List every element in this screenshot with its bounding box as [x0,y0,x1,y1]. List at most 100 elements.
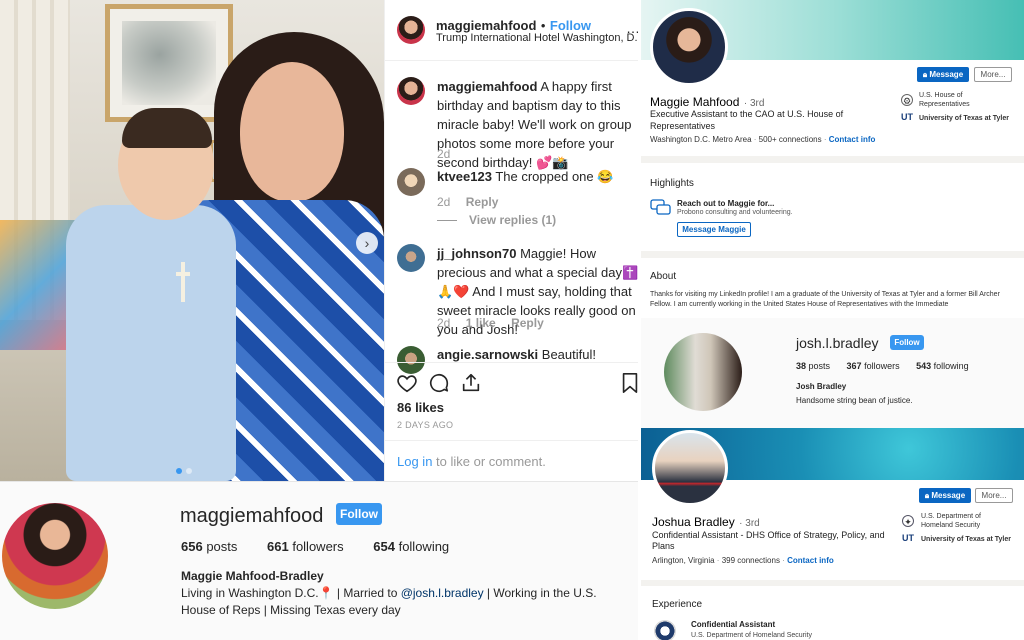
post-photo[interactable]: › [0,0,384,481]
woman-face [240,62,344,202]
dhs-seal-icon: ✦ [902,515,914,527]
posts-stat[interactable]: 38 posts [796,361,830,371]
li-highlight-sub: Probono consulting and volunteering. [677,209,793,216]
josh-ig-avatar[interactable] [664,333,742,411]
share-icon[interactable] [460,372,482,394]
li-josh-contact-info[interactable]: Contact info [787,556,834,565]
li-josh-more-button[interactable]: More... [975,488,1013,503]
baby-hair [122,108,212,148]
li-josh-message-button[interactable]: 🔒︎ Message [919,488,971,503]
lock-icon: 🔒︎ [924,491,930,500]
li-about-text: Thanks for visiting my LinkedIn profile!… [650,291,1000,308]
li-meta: Washington D.C. Metro Area · 500+ connec… [650,135,876,144]
following-stat[interactable]: 543 following [916,361,969,371]
comment-avatar[interactable] [397,168,425,196]
li-josh-org1[interactable]: U.S. Department of Homeland Security [921,512,1011,530]
header-username[interactable]: maggiemahfood [436,18,536,33]
dhs-logo-icon [654,620,676,640]
josh-ig-username: josh.l.bradley [796,335,879,351]
comment-meta: 2d 1 like Reply [437,316,544,330]
li-josh-name: Joshua Bradley [652,515,735,529]
josh-ig-follow-button[interactable]: Follow [890,335,924,350]
li-josh-location: Arlington, Virginia [652,556,715,565]
header-follow-link[interactable]: Follow [550,18,591,33]
li-highlight-head: Reach out to Maggie for... [677,199,775,208]
chat-bubbles-icon [650,199,671,215]
bio-mention-link[interactable]: @josh.l.bradley [401,586,484,600]
comment-username[interactable]: maggiemahfood [437,79,537,94]
comment-body: ktvee123 The cropped one 😂 [437,167,640,186]
li-exp-role[interactable]: Confidential Assistant [691,620,775,629]
followers-stat[interactable]: 661 followers [267,539,344,554]
ut-logo-icon: UT [902,533,914,543]
comment-avatar[interactable] [397,244,425,272]
collage-root: › maggiemahfood • Follow Trump Internati… [0,0,1024,640]
profile-bio: Living in Washington D.C.📍 | Married to … [181,585,631,619]
comment-meta: 2d Reply [437,195,498,209]
comment-text: Beautiful! [541,347,596,362]
post-date: 2 DAYS AGO [397,420,454,430]
followers-stat[interactable]: 367 followers [847,361,900,371]
li-josh-degree: · 3rd [739,518,760,529]
comment-age[interactable]: 2d [437,195,450,209]
comment-username[interactable]: ktvee123 [437,169,492,184]
view-replies-link[interactable]: View replies (1) [469,213,556,227]
carousel-dot [186,468,192,474]
reply-link[interactable]: Reply [511,316,544,330]
li-contact-info[interactable]: Contact info [829,135,876,144]
carousel-dot [176,468,182,474]
li-profile-photo[interactable] [650,8,728,86]
li-experience-title: Experience [652,599,703,610]
posts-stat[interactable]: 656 posts [181,539,237,554]
li-josh-meta: Arlington, Virginia · 399 connections · … [652,556,834,565]
baby-body [66,205,236,481]
josh-ig-bio: Handsome string bean of justice. [796,396,913,405]
profile-avatar[interactable] [2,503,108,609]
login-link[interactable]: Log in [397,454,432,469]
li-more-button[interactable]: More... [974,67,1012,82]
lock-icon: 🔒︎ [922,70,928,79]
comment-body: angie.sarnowski Beautiful! [437,345,640,362]
reply-link[interactable]: Reply [466,195,499,209]
li-josh-org2[interactable]: University of Texas at Tyler [921,534,1011,545]
house-seal-icon: ⚙︎ [901,94,913,106]
comment-age[interactable]: 2d [437,316,450,330]
comment-avatar[interactable] [397,77,425,105]
cross-necklace [176,262,190,302]
comment-username[interactable]: angie.sarnowski [437,347,538,362]
comment-icon[interactable] [428,372,450,394]
comment-text: The cropped one 😂 [495,169,614,184]
josh-ig-stats: 38 posts 367 followers 543 following [796,361,969,371]
carousel-dots [176,468,192,474]
profile-full-name: Maggie Mahfood-Bradley [181,569,324,583]
li-josh-headline: Confidential Assistant - DHS Office of S… [652,530,885,551]
replies-line [437,220,457,221]
li-headline: Executive Assistant to the CAO at U.S. H… [650,109,844,131]
josh-ig-full-name: Josh Bradley [796,382,847,391]
profile-follow-button[interactable]: Follow [336,503,382,525]
comment-avatar[interactable] [397,346,425,374]
li-josh-connections[interactable]: 399 connections [722,556,780,565]
li-org2[interactable]: University of Texas at Tyler [919,113,1009,124]
comment-likes[interactable]: 1 like [466,316,496,330]
li-location: Washington D.C. Metro Area [650,135,752,144]
li-message-maggie-button[interactable]: Message Maggie [677,222,751,237]
ut-logo-icon: UT [901,112,913,122]
li-org1[interactable]: U.S. House of Representatives [919,91,1009,109]
comment-age[interactable]: 2d [437,147,450,161]
bookmark-icon[interactable] [620,372,640,394]
li-about-title: About [650,271,677,282]
carousel-next-icon[interactable]: › [356,232,378,254]
comment-username[interactable]: jj_johnson70 [437,246,516,261]
login-divider [384,440,640,441]
login-rest: to like or comment. [432,454,546,469]
li-message-button[interactable]: 🔒︎ Message [917,67,969,82]
heart-icon[interactable] [396,372,418,394]
following-stat[interactable]: 654 following [373,539,449,554]
header-avatar[interactable] [397,16,425,44]
li-josh-photo[interactable] [652,430,728,506]
header-location[interactable]: Trump International Hotel Washington, D.… [436,32,649,44]
li-connections[interactable]: 500+ connections [759,135,822,144]
bio-text: Living in Washington D.C.📍 | Married to [181,586,401,600]
likes-count[interactable]: 86 likes [397,400,444,415]
